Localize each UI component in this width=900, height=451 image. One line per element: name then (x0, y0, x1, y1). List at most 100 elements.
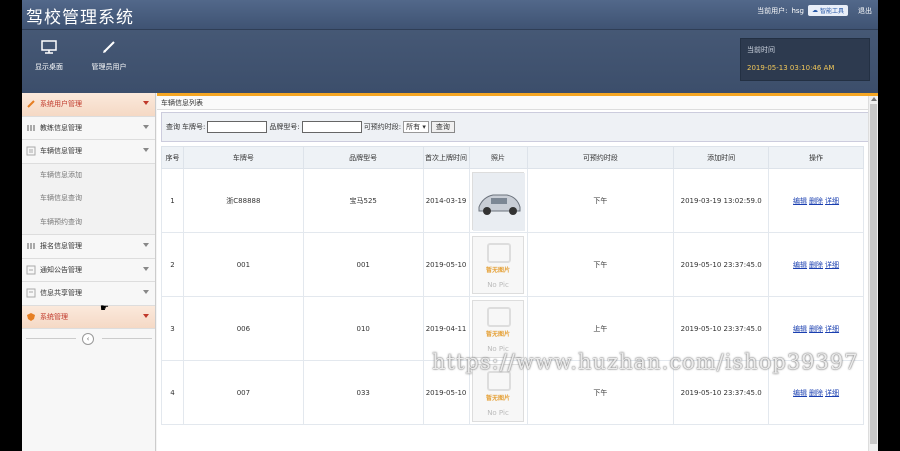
slot-select[interactable]: 所有 ▾ (403, 121, 429, 133)
pencil-icon (27, 100, 35, 108)
time-value: 2019-05-13 03:10:46 AM (747, 64, 835, 72)
detail-link[interactable]: 详细 (825, 197, 839, 205)
show-desktop-button[interactable]: 显示桌面 (24, 40, 74, 72)
cell-no: 2 (161, 232, 184, 297)
overlay-badge-label: 智能工具 (819, 8, 844, 15)
chevron-down-icon (143, 243, 149, 247)
vehicle-table: 序号 车牌号 品牌型号 首次上牌时间 照片 可预约时段 添加时间 操作 1 浙C8… (161, 146, 864, 425)
image-placeholder-icon (487, 242, 511, 263)
user-area: 当前用户: hsg ☁ 智能工具 退出 (757, 5, 872, 16)
cell-photo: 暂无图片 No Pic (468, 232, 528, 297)
scrollbar-thumb[interactable] (870, 104, 877, 444)
monitor-icon (41, 40, 57, 54)
column-header: 照片 (468, 146, 528, 169)
divider (102, 338, 152, 339)
edit-link[interactable]: 编辑 (793, 261, 807, 269)
cell-added: 2019-03-19 13:02:59.0 (673, 168, 770, 233)
car-no-input[interactable] (207, 121, 268, 133)
model-label: 品牌型号: (269, 123, 300, 131)
cell-no: 3 (161, 296, 184, 361)
watermark: https://www.huzhan.com/ishop39397 (432, 350, 859, 374)
column-header: 序号 (161, 146, 184, 169)
table-row: 2 001 001 2019-05-10 暂无图片 No Pic 下午 2019-05-10 … (161, 232, 864, 297)
pencil-icon (103, 41, 115, 53)
image-placeholder-icon (487, 306, 511, 327)
topbar: 驾校管理系统 当前用户: hsg ☁ 智能工具 退出 (22, 0, 878, 30)
search-button[interactable]: 查询 (430, 121, 455, 133)
delete-link[interactable]: 删除 (809, 325, 823, 333)
cell-added: 2019-05-10 23:37:45.0 (673, 232, 770, 297)
slot-label: 可预约时段: (363, 123, 402, 131)
edit-link[interactable]: 编辑 (793, 197, 807, 205)
chevron-down-icon (143, 124, 149, 129)
cloud-icon: ☁ (811, 7, 818, 14)
logout-link[interactable]: 退出 (858, 6, 872, 16)
table-header-row: 序号 车牌号 品牌型号 首次上牌时间 照片 可预约时段 添加时间 操作 (161, 146, 864, 169)
sidebar-item-label: 通知公告管理 (40, 265, 82, 274)
sidebar-item-enrollment[interactable]: 报名信息管理 (22, 235, 155, 259)
grid-icon (27, 243, 35, 250)
cell-model: 001 (302, 232, 424, 297)
sidebar-item-system-users[interactable]: 系统用户管理 (22, 93, 155, 117)
sidebar-item-label: 车辆信息管理 (40, 147, 82, 156)
cell-photo (468, 168, 528, 233)
panel-title: 车辆信息列表 (157, 96, 878, 110)
detail-link[interactable]: 详细 (825, 325, 839, 333)
shield-icon (27, 312, 35, 321)
search-bar: 查询 车牌号: 品牌型号: 可预约时段: 所有 ▾ 查询 (161, 112, 874, 142)
delete-link[interactable]: 删除 (809, 389, 823, 397)
time-label: 当前时间 (747, 46, 775, 54)
cell-plate: 007 (182, 360, 304, 425)
no-picture-text: 暂无图片 (485, 394, 510, 402)
column-header: 可预约时段 (526, 146, 675, 169)
admin-user-label: 管理员用户 (91, 63, 127, 71)
edit-link[interactable]: 编辑 (793, 325, 807, 333)
sidebar-item-coach[interactable]: 教练信息管理 (22, 116, 155, 140)
vertical-scrollbar[interactable] (868, 96, 878, 451)
sidebar-item-system[interactable]: 系统管理 (22, 305, 155, 329)
detail-link[interactable]: 详细 (825, 261, 839, 269)
cell-model: 033 (302, 360, 424, 425)
header: 驾校管理系统 当前用户: hsg ☁ 智能工具 退出 显示桌面 管理员用户 当前… (22, 0, 878, 93)
model-input[interactable] (301, 121, 362, 133)
cell-plate: 006 (182, 296, 304, 361)
cell-slot: 下午 (526, 168, 675, 233)
cell-no: 1 (161, 168, 184, 233)
sidebar-item-notice[interactable]: 通知公告管理 (22, 258, 155, 282)
document-icon (26, 288, 36, 298)
cell-model: 010 (302, 296, 424, 361)
sidebar-item-label: 报名信息管理 (40, 242, 82, 251)
delete-link[interactable]: 删除 (809, 197, 823, 205)
cell-slot: 下午 (526, 232, 675, 297)
cell-model: 宝马525 (302, 168, 424, 233)
chevron-down-icon (143, 148, 149, 152)
chevron-down-icon (143, 290, 149, 294)
submenu-item-vehicle-add[interactable]: 车辆信息添加 (22, 164, 155, 188)
sidebar-item-share[interactable]: 信息共享管理 (22, 282, 155, 306)
no-picture-subtext: No Pic (487, 280, 509, 289)
no-picture-text: 暂无图片 (485, 330, 510, 338)
query-label: 查询 (166, 123, 180, 131)
chevron-down-icon (143, 101, 149, 105)
admin-user-button[interactable]: 管理员用户 (84, 40, 134, 72)
document-icon (26, 146, 36, 156)
sidebar-item-label: 系统用户管理 (40, 100, 82, 109)
collapse-sidebar-button[interactable]: ‹ (82, 333, 94, 345)
chevron-down-icon (143, 266, 149, 271)
column-header: 操作 (768, 146, 864, 169)
scroll-up-icon[interactable] (871, 97, 877, 101)
edit-link[interactable]: 编辑 (793, 389, 807, 397)
submenu-item-reservation-query[interactable]: 车辆预约查询 (22, 211, 155, 235)
sidebar-item-vehicle[interactable]: 车辆信息管理 (22, 140, 155, 164)
delete-link[interactable]: 删除 (809, 261, 823, 269)
app-frame: 驾校管理系统 当前用户: hsg ☁ 智能工具 退出 显示桌面 管理员用户 当前… (22, 0, 878, 451)
show-desktop-label: 显示桌面 (35, 63, 63, 71)
overlay-badge[interactable]: ☁ 智能工具 (807, 5, 848, 16)
column-header: 品牌型号 (302, 146, 424, 169)
sidebar-item-label: 信息共享管理 (40, 289, 82, 298)
submenu-item-vehicle-query[interactable]: 车辆信息查询 (22, 187, 155, 211)
divider (26, 338, 76, 339)
detail-link[interactable]: 详细 (825, 389, 839, 397)
car-no-label: 车牌号: (182, 123, 206, 131)
cell-date: 2019-05-10 (422, 232, 470, 297)
